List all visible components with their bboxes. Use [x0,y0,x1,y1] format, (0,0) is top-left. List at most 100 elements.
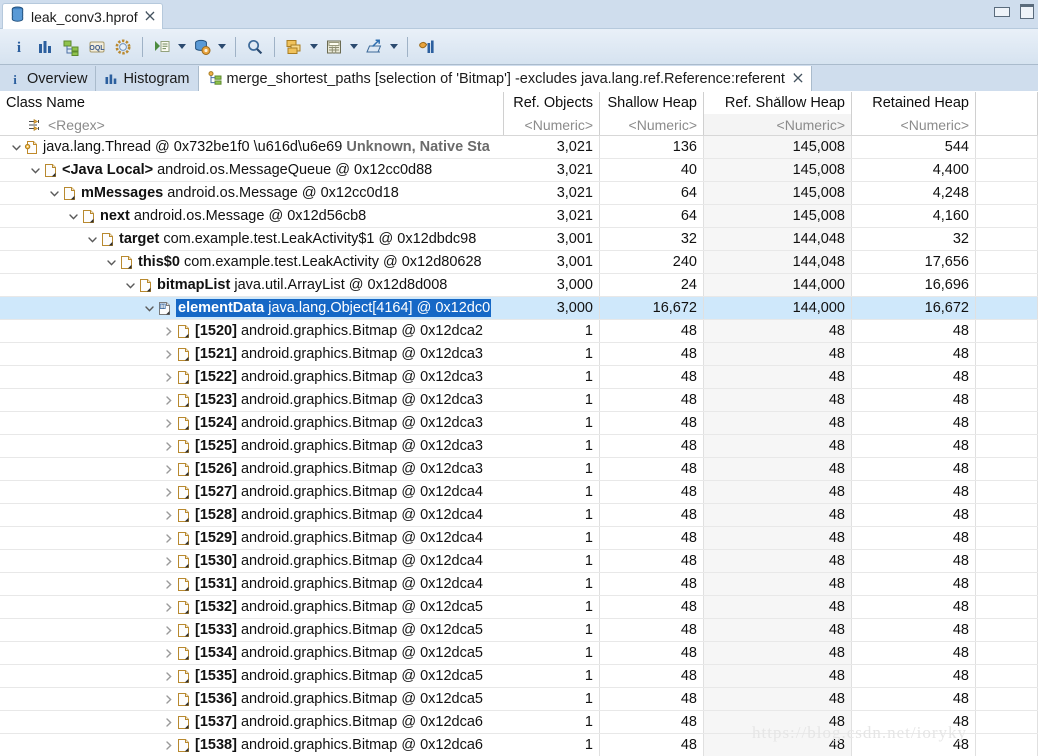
table-row[interactable]: <Java Local> android.os.MessageQueue @ 0… [0,159,1038,182]
close-icon[interactable] [793,72,803,86]
table-row[interactable]: [1538] android.graphics.Bitmap @ 0x12dca… [0,734,1038,756]
column-header-refobj[interactable]: Ref. Objects [504,92,600,114]
run-query-icon[interactable] [149,34,175,60]
chevron-right-icon[interactable] [160,642,176,664]
chevron-down-icon[interactable] [122,274,138,296]
query-browser-dropdown-arrow[interactable] [215,34,229,60]
overview-info-button[interactable]: i [6,34,32,60]
run-query-dropdown-arrow[interactable] [175,34,189,60]
query-browser-icon[interactable] [189,34,215,60]
chevron-down-icon[interactable] [65,205,81,227]
maximize-view-icon[interactable] [1020,4,1034,19]
chevron-down-icon[interactable] [27,159,43,181]
calculator-icon[interactable] [321,34,347,60]
cell-pad [976,550,1038,572]
table-row[interactable]: [1523] android.graphics.Bitmap @ 0x12dca… [0,389,1038,412]
chevron-right-icon[interactable] [160,573,176,595]
chevron-right-icon[interactable] [160,412,176,434]
column-header-refsh[interactable]: Ref. Shallow Heap ⌄ [704,92,852,114]
table-row[interactable]: [1532] android.graphics.Bitmap @ 0x12dca… [0,596,1038,619]
magnifier-icon[interactable] [242,34,268,60]
compare-icon[interactable] [414,34,440,60]
table-row[interactable]: [1534] android.graphics.Bitmap @ 0x12dca… [0,642,1038,665]
histogram-button[interactable] [32,34,58,60]
chevron-right-icon[interactable] [160,596,176,618]
chevron-right-icon[interactable] [160,366,176,388]
cell-refsh: 144,048 [704,228,852,250]
chevron-right-icon[interactable] [160,619,176,641]
chevron-right-icon[interactable] [160,481,176,503]
chevron-right-icon[interactable] [160,435,176,457]
chevron-down-icon[interactable] [103,251,119,273]
table-row[interactable]: [1536] android.graphics.Bitmap @ 0x12dca… [0,688,1038,711]
chevron-right-icon[interactable] [160,711,176,733]
column-header-shallow[interactable]: Shallow Heap [600,92,704,114]
column-header-pad[interactable] [976,92,1038,114]
dominator-tree-button[interactable] [58,34,84,60]
export-icon[interactable] [361,34,387,60]
chevron-down-icon[interactable] [84,228,100,250]
column-header-label: Class Name [6,95,85,111]
chevron-right-icon[interactable] [160,389,176,411]
table-row[interactable]: [1533] android.graphics.Bitmap @ 0x12dca… [0,619,1038,642]
table-row[interactable]: [1531] android.graphics.Bitmap @ 0x12dca… [0,573,1038,596]
group-dropdown-arrow[interactable] [307,34,321,60]
gear-icon[interactable] [110,34,136,60]
tab-histogram[interactable]: Histogram [96,66,199,91]
table-row[interactable]: [1522] android.graphics.Bitmap @ 0x12dca… [0,366,1038,389]
chevron-right-icon[interactable] [160,458,176,480]
table-row[interactable]: [1526] android.graphics.Bitmap @ 0x12dca… [0,458,1038,481]
chevron-right-icon[interactable] [160,734,176,756]
chevron-down-icon[interactable] [141,297,157,319]
table-row[interactable]: [1521] android.graphics.Bitmap @ 0x12dca… [0,343,1038,366]
group-icon[interactable] [281,34,307,60]
cell-refsh: 145,008 [704,182,852,204]
chevron-right-icon[interactable] [160,665,176,687]
cell-refobj: 1 [504,665,600,687]
table-row[interactable]: [1524] android.graphics.Bitmap @ 0x12dca… [0,412,1038,435]
table-row[interactable]: [1528] android.graphics.Bitmap @ 0x12dca… [0,504,1038,527]
filter-input-ret[interactable]: <Numeric> [852,114,976,135]
chevron-right-icon[interactable] [160,550,176,572]
table-row[interactable]: [1530] android.graphics.Bitmap @ 0x12dca… [0,550,1038,573]
table-row[interactable]: next android.os.Message @ 0x12d56cb8 3,02… [0,205,1038,228]
table-row[interactable]: [1525] android.graphics.Bitmap @ 0x12dca… [0,435,1038,458]
chevron-right-icon[interactable] [160,343,176,365]
export-dropdown-arrow[interactable] [387,34,401,60]
tab-merge-shortest-paths[interactable]: merge_shortest_paths [selection of 'Bitm… [198,66,812,91]
table-row[interactable]: [1529] android.graphics.Bitmap @ 0x12dca… [0,527,1038,550]
table-row[interactable]: bitmapList java.util.ArrayList @ 0x12d8d… [0,274,1038,297]
table-row[interactable]: [1527] android.graphics.Bitmap @ 0x12dca… [0,481,1038,504]
filter-input-name[interactable]: <Regex> [0,114,504,135]
table-row[interactable]: [1520] android.graphics.Bitmap @ 0x12dca… [0,320,1038,343]
class-name-label: bitmapList java.util.ArrayList @ 0x12d8d… [157,277,448,293]
table-row[interactable]: [1535] android.graphics.Bitmap @ 0x12dca… [0,665,1038,688]
table-row[interactable]: [] elementData java.lang.Object[4164] @ 0… [0,297,1038,320]
table-row[interactable]: java.lang.Thread @ 0x732be1f0 \u616d\u6e… [0,136,1038,159]
table-row[interactable]: target com.example.test.LeakActivity$1 @… [0,228,1038,251]
filter-input-refsh[interactable]: <Numeric> [704,114,852,135]
tab-overview[interactable]: i Overview [0,66,97,91]
chevron-right-icon[interactable] [160,320,176,342]
filter-input-refobj[interactable]: <Numeric> [504,114,600,135]
chevron-down-icon[interactable] [8,136,24,158]
column-header-name[interactable]: Class Name [0,92,504,114]
chevron-right-icon[interactable] [160,504,176,526]
table-row[interactable]: [1537] android.graphics.Bitmap @ 0x12dca… [0,711,1038,734]
histogram-icon [104,72,118,86]
oql-button[interactable]: OQL [84,34,110,60]
minimize-view-icon[interactable] [994,6,1010,17]
chevron-right-icon[interactable] [160,688,176,710]
column-header-ret[interactable]: Retained Heap [852,92,976,114]
info-icon: i [8,72,22,86]
chevron-right-icon[interactable] [160,527,176,549]
editor-tab-leak-conv3[interactable]: leak_conv3.hprof [2,3,163,29]
calculator-dropdown-arrow[interactable] [347,34,361,60]
table-row[interactable]: mMessages android.os.Message @ 0x12cc0d1… [0,182,1038,205]
filter-input-pad[interactable] [976,114,1038,135]
filter-input-shallow[interactable]: <Numeric> [600,114,704,135]
close-icon[interactable] [145,10,155,23]
table-row[interactable]: this$0 com.example.test.LeakActivity @ 0… [0,251,1038,274]
chevron-down-icon[interactable] [46,182,62,204]
class-name-cell: mMessages android.os.Message @ 0x12cc0d1… [0,182,504,205]
